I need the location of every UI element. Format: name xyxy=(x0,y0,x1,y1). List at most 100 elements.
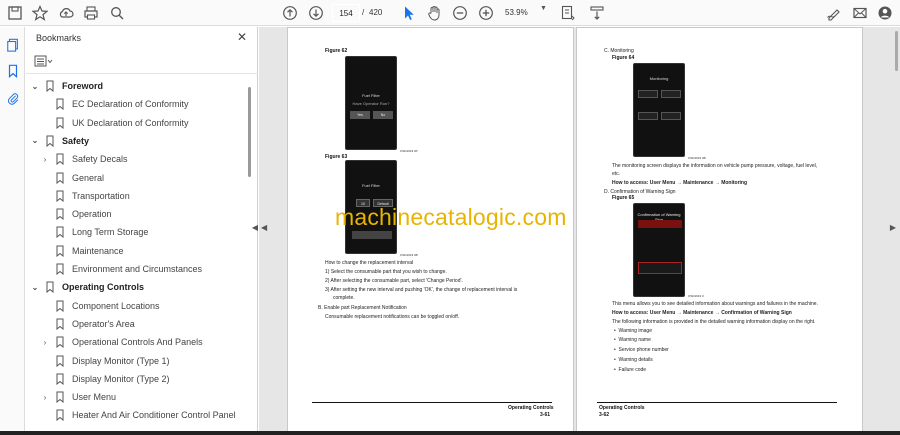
page-up-icon[interactable] xyxy=(279,2,301,24)
bookmark-label: Operation xyxy=(72,209,112,220)
bookmark-icon xyxy=(56,263,64,275)
bookmark-item[interactable]: General xyxy=(40,169,104,187)
chevron-down-icon[interactable]: ⌄ xyxy=(30,283,40,292)
hand-icon[interactable] xyxy=(423,2,445,24)
bookmark-item[interactable]: Component Locations xyxy=(40,297,160,315)
bookmark-label: Safety Decals xyxy=(72,154,128,165)
bookmark-item[interactable]: Operator's Area xyxy=(40,315,135,333)
star-icon[interactable] xyxy=(29,2,51,24)
fig64-title: Monitoring xyxy=(649,76,669,81)
pdf-reader-window: 154 / 420 53.9% ▼ Bookmarks ✕ ⌄ Foreword… xyxy=(0,0,900,435)
footer-title: Operating Controls xyxy=(508,405,554,411)
account-icon[interactable] xyxy=(874,2,896,24)
bookmark-item[interactable]: › User Menu xyxy=(40,388,116,406)
save-icon[interactable] xyxy=(4,2,26,24)
zoom-in-icon[interactable] xyxy=(475,2,497,24)
bullet-failure-code: • Failure code xyxy=(614,367,647,373)
mail-icon[interactable] xyxy=(849,2,871,24)
page-down-icon[interactable] xyxy=(305,2,327,24)
bookmark-item[interactable]: Transportation xyxy=(40,187,130,205)
bookmark-icon xyxy=(56,373,64,385)
zoom-out-icon[interactable] xyxy=(449,2,471,24)
document-scrollbar[interactable] xyxy=(895,31,898,71)
figure-64-label: Figure 64 xyxy=(612,55,635,61)
bookmark-label: Display Monitor (Type 1) xyxy=(72,355,170,366)
bookmark-label: Safety xyxy=(62,135,90,146)
panel-divider xyxy=(26,73,258,74)
sign-icon[interactable] xyxy=(823,2,845,24)
current-page-input[interactable]: 154 xyxy=(332,4,360,22)
bookmark-icon xyxy=(56,336,64,349)
bookmark-item[interactable]: EC Declaration of Conformity xyxy=(40,95,189,113)
bookmark-icon xyxy=(56,245,64,257)
footer-rule xyxy=(312,402,552,403)
access-warning: How to access: User Menu → Maintenance →… xyxy=(612,310,792,316)
bookmark-item[interactable]: Heater And Air Conditioner Control Panel xyxy=(40,406,236,424)
bookmark-item[interactable]: › Operational Controls And Panels xyxy=(40,333,203,351)
access-monitoring: How to access: User Menu → Maintenance →… xyxy=(612,180,748,186)
monitor-desc-2: etc. xyxy=(612,171,621,177)
bookmark-item[interactable]: Operation xyxy=(40,205,112,223)
zoom-level-select[interactable]: 53.9% xyxy=(505,4,541,22)
scroll-mode-icon[interactable] xyxy=(586,2,608,24)
chevron-right-icon[interactable]: › xyxy=(40,393,50,402)
bookmark-item[interactable]: ⌄ Safety xyxy=(30,132,89,150)
fig64-code: OSD1919 0B xyxy=(688,156,706,160)
thumbnails-icon[interactable] xyxy=(3,35,22,54)
bookmark-icon xyxy=(56,208,64,221)
next-page-arrow-icon[interactable]: ▶ xyxy=(890,223,896,232)
bookmark-label: Long Term Storage xyxy=(72,227,149,238)
bookmark-icon xyxy=(56,409,64,422)
document-viewport[interactable]: ◀ ▶ Figure 62 Fuel Filter Have Operator … xyxy=(259,27,900,435)
chevron-right-icon[interactable]: › xyxy=(40,155,50,164)
close-icon[interactable]: ✕ xyxy=(237,30,247,44)
bookmark-item[interactable]: Maintenance xyxy=(40,242,124,260)
bookmark-item[interactable]: Display Monitor (Type 1) xyxy=(40,352,170,370)
prev-page-arrow-icon[interactable]: ◀ xyxy=(261,223,267,232)
bookmark-label: User Menu xyxy=(72,392,117,403)
page-fit-icon[interactable] xyxy=(557,2,579,24)
bullet-warning-name: • Warning name xyxy=(614,337,651,343)
bookmark-item[interactable]: › Safety Decals xyxy=(40,150,128,168)
page-3-61: Figure 62 Fuel Filter Have Operator Run?… xyxy=(287,27,574,435)
attachment-icon[interactable] xyxy=(3,88,22,107)
fig62-code: OSD1919 0P xyxy=(400,149,418,153)
footer-page: 3-62 xyxy=(599,412,610,418)
bookmark-icon xyxy=(56,391,64,404)
fig62-yes: Yes xyxy=(350,111,370,119)
bookmark-item[interactable]: Long Term Storage xyxy=(40,223,148,241)
list-intro: The following information is provided in… xyxy=(612,319,816,325)
bookmark-item[interactable]: ⌄ Foreword xyxy=(30,77,103,95)
toolbar: 154 / 420 53.9% ▼ xyxy=(0,0,900,26)
bookmark-item[interactable]: UK Declaration of Conformity xyxy=(40,114,189,132)
figure-64-screen: Monitoring xyxy=(633,63,685,157)
bullet-warning-image: • Warning image xyxy=(614,328,652,334)
footer-title: Operating Controls xyxy=(599,405,645,411)
chevron-down-icon[interactable]: ▼ xyxy=(540,5,547,12)
bookmark-item[interactable]: Environment and Circumstances xyxy=(40,260,202,278)
bookmark-icon[interactable] xyxy=(3,61,22,80)
fig65-code: OSD1919 0 xyxy=(688,294,704,298)
print-icon[interactable] xyxy=(80,2,102,24)
upload-icon[interactable] xyxy=(55,2,77,24)
bookmark-item[interactable]: ⌄ Operating Controls xyxy=(30,278,144,296)
fig65-warning-bar xyxy=(638,220,682,228)
bookmark-label: Operating Controls xyxy=(62,282,145,293)
chevron-down-icon[interactable]: ⌄ xyxy=(30,136,40,145)
notification-text: Consumable replacement notifications can… xyxy=(325,314,460,320)
figure-65-label: Figure 65 xyxy=(612,195,635,201)
search-icon[interactable] xyxy=(106,2,128,24)
chevron-down-icon[interactable]: ⌄ xyxy=(30,82,40,91)
collapse-panel-icon[interactable]: ◀ xyxy=(252,223,258,232)
fig64-tile-3 xyxy=(638,112,658,120)
step-3a: 3) After setting the new interval and pu… xyxy=(325,287,518,293)
chevron-right-icon[interactable]: › xyxy=(40,338,50,347)
bookmark-icon xyxy=(46,135,54,147)
side-rail xyxy=(0,27,25,435)
bookmark-icon xyxy=(56,300,64,312)
bookmark-item[interactable]: Display Monitor (Type 2) xyxy=(40,370,170,388)
bookmark-icon xyxy=(56,98,64,111)
options-icon[interactable] xyxy=(34,54,54,68)
panel-scrollbar[interactable] xyxy=(248,87,251,177)
cursor-icon[interactable] xyxy=(398,2,420,24)
